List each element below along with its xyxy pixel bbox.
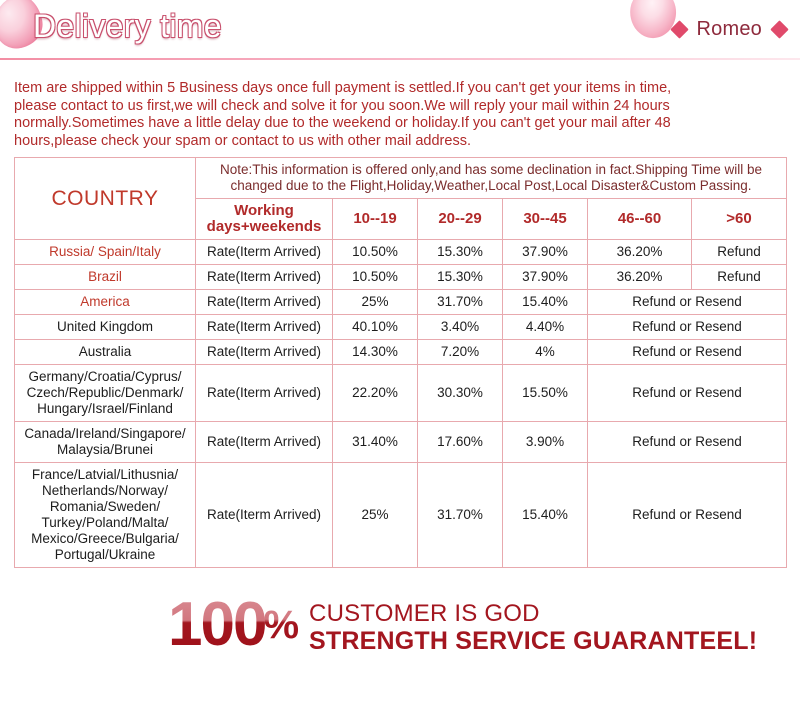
row-value-30-45: 15.40% (502, 462, 588, 568)
row-value-30-45: 15.50% (502, 364, 588, 422)
guarantee-line-1: CUSTOMER IS GOD (309, 600, 540, 627)
row-value-30-45: 15.40% (502, 289, 588, 315)
header-note: Note:This information is offered only,an… (194, 157, 788, 199)
table-row: Australia Rate(Iterm Arrived) 14.30% 7.2… (14, 339, 788, 365)
diamond-icon-left (669, 20, 689, 39)
row-rate-label: Rate(Iterm Arrived) (195, 462, 333, 568)
row-rate-label: Rate(Iterm Arrived) (195, 289, 333, 315)
guarantee-percent-number: 100 (168, 590, 267, 659)
policy-line-3: normally.Sometimes have a little delay d… (14, 115, 671, 131)
row-value-merged: Refund or Resend (586, 421, 788, 463)
shipping-policy-paragraph: Item are shipped within 5 Business days … (14, 80, 784, 150)
row-value-46-60: 36.20% (587, 264, 692, 290)
table-row: America Rate(Iterm Arrived) 25% 31.70% 1… (14, 289, 788, 315)
page-header-banner: Delivery time Romeo (0, 0, 800, 62)
row-country: Russia/ Spain/Italy (14, 239, 196, 265)
header-working-days: Working days+weekends (195, 198, 333, 240)
header-country: COUNTRY (14, 157, 196, 240)
row-value-20-29: 30.30% (417, 364, 503, 422)
guarantee-inner: 100 % CUSTOMER IS GOD STRENGTH SERVICE G… (168, 590, 757, 659)
table-row: Canada/Ireland/Singapore/Malaysia/Brunei… (14, 421, 788, 463)
row-country: Canada/Ireland/Singapore/Malaysia/Brunei (14, 421, 196, 463)
row-value-10-19: 14.30% (332, 339, 418, 365)
row-country: United Kingdom (14, 314, 196, 340)
guarantee-line-2: STRENGTH SERVICE GUARANTEEL! (309, 627, 758, 655)
row-value-30-45: 4.40% (502, 314, 588, 340)
row-value-merged: Refund or Resend (586, 339, 788, 365)
guarantee-banner: 100 % CUSTOMER IS GOD STRENGTH SERVICE G… (0, 590, 800, 666)
table-row: France/Latvial/Lithusnia/Netherlands/Nor… (14, 462, 788, 568)
policy-line-4: hours,please check your spam or contact … (14, 132, 471, 149)
row-value-20-29: 15.30% (417, 264, 503, 290)
row-value-10-19: 22.20% (332, 364, 418, 422)
row-value-10-19: 31.40% (332, 421, 418, 463)
table-row: Russia/ Spain/Italy Rate(Iterm Arrived) … (14, 239, 788, 265)
page-title: Delivery time (33, 8, 222, 44)
table-row: Germany/Croatia/Cyprus/Czech/Republic/De… (14, 364, 788, 422)
header-range-0: 10--19 (332, 198, 418, 240)
shipping-time-table: COUNTRY Note:This information is offered… (14, 157, 788, 568)
row-value-20-29: 31.70% (417, 462, 503, 568)
row-country: Germany/Croatia/Cyprus/Czech/Republic/De… (14, 364, 196, 422)
header-range-3: 46--60 (587, 198, 692, 240)
row-value-10-19: 10.50% (332, 239, 418, 265)
row-rate-label: Rate(Iterm Arrived) (195, 364, 333, 422)
row-value-merged: Refund or Resend (586, 364, 788, 422)
row-value-10-19: 10.50% (332, 264, 418, 290)
row-value-over-60: Refund (690, 239, 788, 265)
guarantee-text-block: CUSTOMER IS GOD STRENGTH SERVICE GUARANT… (309, 596, 757, 656)
row-value-20-29: 15.30% (417, 239, 503, 265)
row-country: France/Latvial/Lithusnia/Netherlands/Nor… (14, 462, 196, 568)
row-value-10-19: 25% (332, 462, 418, 568)
header-range-2: 30--45 (502, 198, 588, 240)
row-value-merged: Refund or Resend (586, 462, 788, 568)
table-row: United Kingdom Rate(Iterm Arrived) 40.10… (14, 314, 788, 340)
row-value-10-19: 25% (332, 289, 418, 315)
row-value-20-29: 3.40% (417, 314, 503, 340)
header-range-4: >60 (690, 198, 788, 240)
row-value-over-60: Refund (690, 264, 788, 290)
guarantee-percent-symbol: % (263, 596, 299, 654)
policy-line-2: please contact to us first,we will check… (14, 97, 670, 114)
row-rate-label: Rate(Iterm Arrived) (195, 339, 333, 365)
row-value-30-45: 4% (502, 339, 588, 365)
row-value-30-45: 37.90% (502, 239, 588, 265)
row-rate-label: Rate(Iterm Arrived) (195, 314, 333, 340)
header-range-1: 20--29 (417, 198, 503, 240)
row-value-20-29: 31.70% (417, 289, 503, 315)
diamond-icon-right (770, 20, 789, 39)
row-value-30-45: 3.90% (502, 421, 588, 463)
policy-line-1: Item are shipped within 5 Business days … (14, 80, 672, 96)
table-row: Brazil Rate(Iterm Arrived) 10.50% 15.30%… (14, 264, 788, 290)
row-value-merged: Refund or Resend (586, 289, 788, 315)
row-value-20-29: 7.20% (417, 339, 503, 365)
row-rate-label: Rate(Iterm Arrived) (195, 264, 333, 290)
shipping-time-table-wrapper: COUNTRY Note:This information is offered… (14, 157, 788, 568)
row-country: America (14, 289, 196, 315)
row-value-10-19: 40.10% (332, 314, 418, 340)
row-country: Australia (14, 339, 196, 365)
row-value-46-60: 36.20% (587, 239, 692, 265)
row-value-merged: Refund or Resend (586, 314, 788, 340)
row-rate-label: Rate(Iterm Arrived) (195, 421, 333, 463)
row-rate-label: Rate(Iterm Arrived) (195, 239, 333, 265)
row-value-30-45: 37.90% (502, 264, 588, 290)
table-header-row-note: COUNTRY Note:This information is offered… (14, 157, 788, 240)
row-country: Brazil (14, 264, 196, 290)
brand-block: Romeo (669, 18, 789, 41)
row-value-20-29: 17.60% (417, 421, 503, 463)
banner-divider (0, 58, 800, 60)
brand-name: Romeo (696, 18, 762, 40)
